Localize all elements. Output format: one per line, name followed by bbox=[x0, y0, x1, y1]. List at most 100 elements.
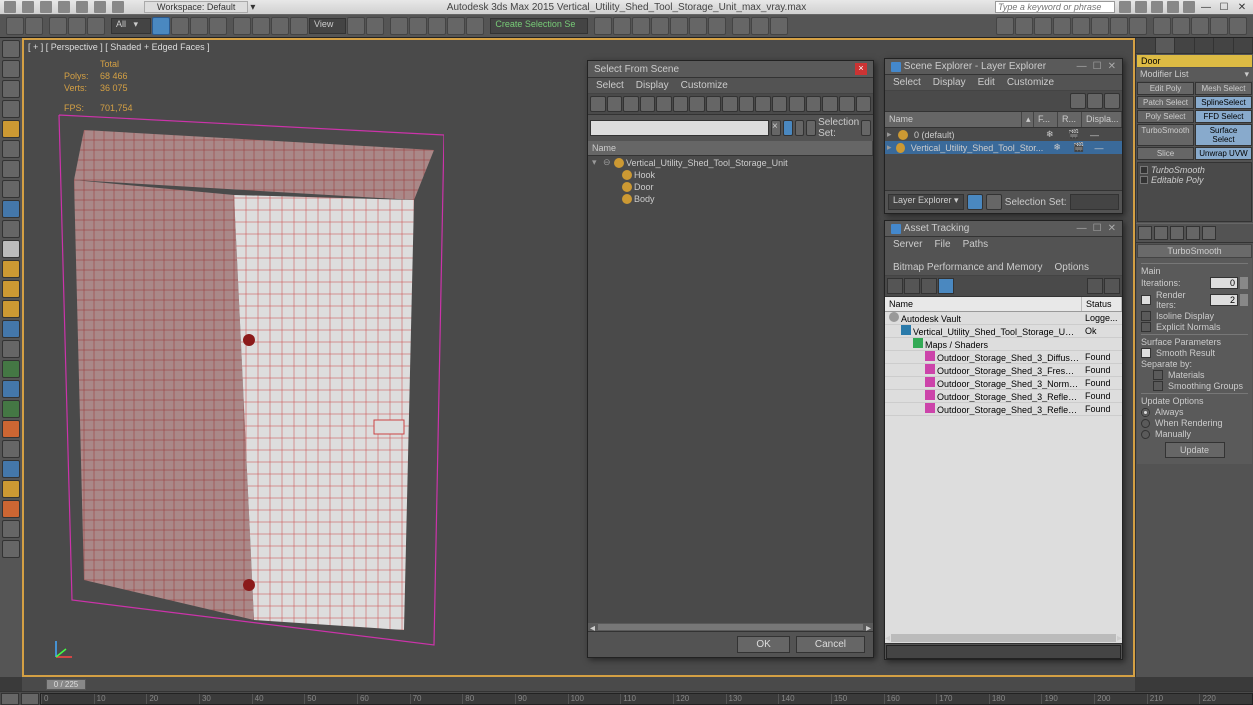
opt15-button[interactable] bbox=[2, 480, 20, 498]
layer-item[interactable]: 0 (default) bbox=[910, 130, 1040, 140]
render-setup-button[interactable] bbox=[732, 17, 750, 35]
filter-container-button[interactable] bbox=[755, 96, 771, 112]
asset-row[interactable]: Outdoor_Storage_Shed_3_Reflect.pngFound bbox=[885, 390, 1122, 403]
layer-button[interactable] bbox=[632, 17, 650, 35]
highlight-button[interactable] bbox=[1087, 278, 1103, 294]
mirror-button[interactable] bbox=[594, 17, 612, 35]
viewport-label[interactable]: [ + ] [ Perspective ] [ Shaded + Edged F… bbox=[28, 42, 210, 52]
star-icon[interactable] bbox=[1135, 1, 1147, 13]
scale-button[interactable] bbox=[271, 17, 289, 35]
material-editor-button[interactable] bbox=[708, 17, 726, 35]
ffd-select-button[interactable]: FFD Select bbox=[1195, 110, 1252, 123]
filter-camera-button[interactable] bbox=[656, 96, 672, 112]
filter-frozen-button[interactable] bbox=[772, 96, 788, 112]
always-radio[interactable] bbox=[1141, 408, 1150, 417]
display-column[interactable]: Displa... bbox=[1082, 112, 1122, 127]
opt10-button[interactable] bbox=[2, 380, 20, 398]
filter-light-button[interactable] bbox=[640, 96, 656, 112]
filter-geom-button[interactable] bbox=[607, 96, 623, 112]
opt14-button[interactable] bbox=[2, 460, 20, 478]
flat-view-button[interactable] bbox=[921, 278, 937, 294]
edit-menu[interactable]: Edit bbox=[978, 77, 995, 88]
layer-tools-button[interactable] bbox=[1104, 93, 1120, 109]
pivot-button[interactable] bbox=[347, 17, 365, 35]
file-menu[interactable]: File bbox=[934, 239, 950, 250]
modifier-list-combo[interactable]: Modifier List ▾ bbox=[1136, 68, 1253, 81]
redo-button[interactable] bbox=[25, 17, 43, 35]
opt12-button[interactable] bbox=[2, 420, 20, 438]
freeform-button[interactable] bbox=[2, 80, 20, 98]
close-icon[interactable]: ✕ bbox=[1108, 61, 1116, 72]
update-button[interactable]: Update bbox=[1165, 442, 1225, 458]
hierarchy-tab[interactable] bbox=[1175, 38, 1195, 53]
close-icon[interactable]: × bbox=[855, 63, 867, 75]
save-icon[interactable] bbox=[58, 1, 70, 13]
help-search-input[interactable] bbox=[995, 1, 1115, 13]
table-view-button[interactable] bbox=[938, 278, 954, 294]
sel-lock-button[interactable] bbox=[1191, 17, 1209, 35]
frozen-column[interactable]: F... bbox=[1034, 112, 1058, 127]
timeline-ruler[interactable]: 0102030405060708090100110120130140150160… bbox=[40, 693, 1253, 705]
lock-filter-button[interactable] bbox=[783, 120, 793, 136]
display-flat-button[interactable] bbox=[789, 96, 805, 112]
edit-poly-button[interactable]: Edit Poly bbox=[1137, 82, 1194, 95]
filter-group-button[interactable] bbox=[706, 96, 722, 112]
snap2d-button[interactable] bbox=[409, 17, 427, 35]
explicit-checkbox[interactable] bbox=[1141, 322, 1151, 332]
placement-button[interactable] bbox=[290, 17, 308, 35]
spinner-snap-button[interactable] bbox=[466, 17, 484, 35]
slice-button[interactable]: Slice bbox=[1137, 147, 1194, 160]
grid-button[interactable] bbox=[1129, 17, 1147, 35]
ref-coord-combo[interactable]: View bbox=[309, 18, 346, 34]
bulb-icon[interactable] bbox=[1140, 166, 1148, 174]
tree-item[interactable]: Vertical_Utility_Shed_Tool_Storage_Unit bbox=[626, 158, 788, 168]
explorer-combo[interactable]: Layer Explorer ▾ bbox=[888, 194, 964, 210]
customize-menu[interactable]: Customize bbox=[1007, 77, 1054, 88]
clear-filter-button[interactable]: × bbox=[771, 120, 781, 136]
link-button[interactable] bbox=[49, 17, 67, 35]
explorer-opt1-button[interactable] bbox=[967, 194, 983, 210]
undo-icon[interactable] bbox=[76, 1, 88, 13]
status-column[interactable]: Status bbox=[1082, 297, 1122, 311]
question-icon[interactable] bbox=[1183, 1, 1195, 13]
new-icon[interactable] bbox=[22, 1, 34, 13]
select-menu[interactable]: Select bbox=[893, 77, 921, 88]
cancel-button[interactable]: Cancel bbox=[796, 636, 865, 653]
paths-menu[interactable]: Paths bbox=[963, 239, 989, 250]
chevron-down-icon[interactable]: ▾ bbox=[250, 2, 255, 13]
remove-mod-button[interactable] bbox=[1186, 226, 1200, 240]
pin-stack-button[interactable] bbox=[1138, 226, 1152, 240]
turbosmooth-button[interactable]: TurboSmooth bbox=[1137, 124, 1194, 146]
opt6-button[interactable] bbox=[2, 260, 20, 278]
selection-set-combo[interactable] bbox=[861, 120, 871, 136]
tree-item[interactable]: Body bbox=[634, 194, 655, 204]
manually-radio[interactable] bbox=[1141, 430, 1150, 439]
teapot-icon[interactable] bbox=[1210, 17, 1228, 35]
display-tree-button[interactable] bbox=[806, 96, 822, 112]
bulb-icon[interactable] bbox=[1140, 176, 1148, 184]
customize-menu[interactable]: Customize bbox=[681, 80, 728, 91]
server-menu[interactable]: Server bbox=[893, 239, 922, 250]
opt1-button[interactable] bbox=[2, 160, 20, 178]
light-button[interactable] bbox=[2, 300, 20, 318]
filter-bone-button[interactable] bbox=[739, 96, 755, 112]
create-tab[interactable] bbox=[1136, 38, 1156, 53]
maximize-button[interactable]: ☐ bbox=[1217, 1, 1231, 13]
object-paint-button[interactable] bbox=[2, 120, 20, 138]
config-button[interactable] bbox=[1202, 226, 1216, 240]
minimize-button[interactable]: — bbox=[1199, 1, 1213, 13]
select-region-button[interactable] bbox=[190, 17, 208, 35]
undo-button[interactable] bbox=[6, 17, 24, 35]
unique-button[interactable] bbox=[1170, 226, 1184, 240]
redo-icon[interactable] bbox=[94, 1, 106, 13]
tree-view-button[interactable] bbox=[904, 278, 920, 294]
surface-select-button[interactable]: Surface Select bbox=[1195, 124, 1252, 146]
timeline-button1[interactable] bbox=[1, 693, 19, 705]
materials-checkbox[interactable] bbox=[1153, 370, 1163, 380]
layer-item[interactable]: Vertical_Utility_Shed_Tool_Stor... bbox=[907, 143, 1048, 153]
name-filter-input[interactable] bbox=[590, 120, 769, 136]
show-end-button[interactable] bbox=[1154, 226, 1168, 240]
asset-row[interactable]: Maps / Shaders bbox=[885, 338, 1122, 351]
opt8-button[interactable] bbox=[2, 340, 20, 358]
opt11-button[interactable] bbox=[2, 400, 20, 418]
